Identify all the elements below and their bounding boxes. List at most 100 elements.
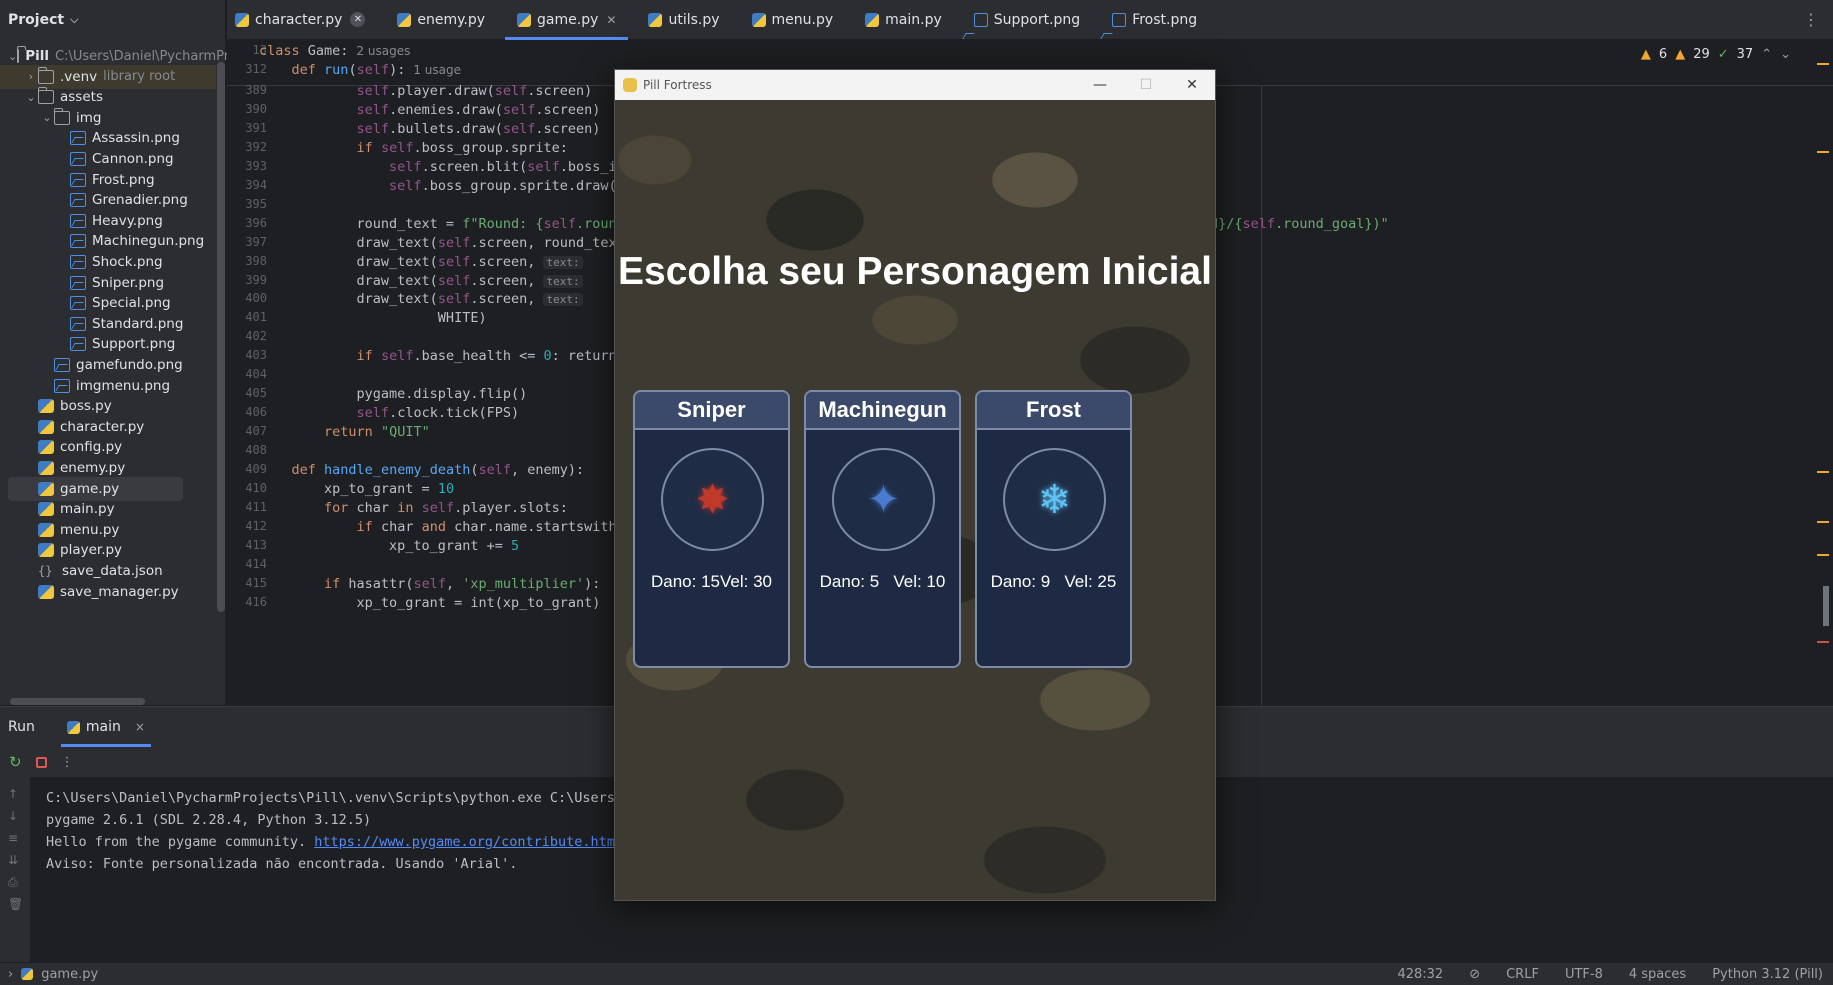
code-line[interactable]: if self.base_health <= 0: return (259, 348, 617, 364)
project-h-scrollbar[interactable] (10, 698, 145, 705)
code-line[interactable]: xp_to_grant = int(xp_to_grant) (259, 595, 601, 611)
code-line[interactable]: for char in self.player.slots: (259, 500, 568, 516)
tree-item-label: Shock.png (92, 254, 163, 270)
tab-menu-py[interactable]: menu.py (740, 0, 846, 40)
tree-item[interactable]: save_manager.py (0, 580, 216, 604)
tree-item-label: Cannon.png (92, 151, 174, 167)
caret-position[interactable]: 428:32 (1397, 967, 1443, 982)
chevron-down-icon[interactable]: ⌄ (40, 111, 54, 124)
arrow-down-icon[interactable]: ↓ (8, 809, 18, 823)
tab-support-png[interactable]: Support.png (962, 0, 1092, 40)
chevron-down-icon[interactable]: ⌵ (70, 13, 78, 27)
error-stripe-mark[interactable] (1817, 151, 1829, 153)
code-line[interactable]: self.boss_group.sprite.draw() (259, 178, 625, 194)
error-stripe-mark[interactable] (1817, 521, 1829, 523)
character-card-sniper[interactable]: Sniper ✸ Dano: 15Vel: 30 (633, 390, 790, 668)
warning-count-b: 29 (1693, 47, 1710, 62)
tab-frost-png[interactable]: Frost.png (1100, 0, 1209, 40)
code-line[interactable]: WHITE) (259, 310, 487, 326)
code-line[interactable]: return "QUIT" (259, 424, 430, 440)
indent-setting[interactable]: 4 spaces (1629, 967, 1686, 982)
console-output[interactable]: C:\Users\Daniel\PycharmProjects\Pill\.ve… (46, 787, 623, 875)
inspection-widget[interactable]: ▲ 6 ▲ 29 ✓ 37 ⌃ ⌄ (1641, 47, 1791, 62)
code-line[interactable]: self.player.draw(self.screen) (259, 83, 593, 99)
project-title[interactable]: Project (8, 12, 64, 28)
more-icon[interactable]: ⋮ (1803, 10, 1819, 29)
python-file-icon (38, 399, 54, 414)
character-select-heading: Escolha seu Personagem Inicial (618, 250, 1212, 293)
tab-game-py[interactable]: game.py ✕ (505, 0, 629, 40)
code-line[interactable]: if char and char.name.startswith (259, 519, 617, 535)
error-stripe-mark[interactable] (1817, 641, 1829, 643)
code-line[interactable]: self.screen.blit(self.boss_image) (259, 159, 657, 175)
close-icon[interactable]: ✕ (606, 13, 616, 27)
trash-icon[interactable]: 🗑 (8, 897, 23, 911)
stop-icon[interactable] (35, 756, 47, 768)
project-header[interactable]: Project ⌵ (0, 0, 225, 40)
python-interpreter[interactable]: Python 3.12 (Pill) (1712, 967, 1823, 982)
rerun-icon[interactable]: ↻ (9, 753, 22, 771)
code-line[interactable]: if hasattr(self, 'xp_multiplier'): (259, 576, 600, 592)
status-file[interactable]: game.py (41, 967, 98, 982)
chevron-down-icon[interactable]: ⌄ (8, 50, 17, 63)
scroll-to-end-icon[interactable]: ⇊ (8, 853, 18, 867)
code-line[interactable]: draw_text(self.screen, text: (259, 254, 583, 270)
code-line[interactable]: xp_to_grant += 5 (259, 538, 519, 554)
minimize-button[interactable]: — (1077, 70, 1123, 100)
code-line[interactable]: xp_to_grant = 10 (259, 481, 454, 497)
game-window: Pill Fortress — ☐ ✕ Escolha seu Personag… (614, 69, 1216, 901)
run-title[interactable]: Run (8, 719, 35, 735)
code-line[interactable]: self.enemies.draw(self.screen) (259, 102, 601, 118)
character-portrait: ✦ (832, 448, 935, 551)
card-title: Frost (977, 392, 1130, 430)
chevron-right-icon[interactable]: › (24, 70, 38, 83)
console-line: Aviso: Fonte personalizada não encontrad… (46, 856, 518, 872)
tab-enemy-py[interactable]: enemy.py (385, 0, 497, 40)
code-line[interactable]: self.bullets.draw(self.screen) (259, 121, 601, 137)
tab-utils-py[interactable]: utils.py (636, 0, 731, 40)
python-file-icon (235, 12, 249, 27)
run-tab-main[interactable]: main × (60, 707, 151, 747)
chevron-down-icon[interactable]: ⌄ (1780, 47, 1791, 62)
code-line[interactable]: if self.boss_group.sprite: (259, 140, 568, 156)
chevron-right-icon[interactable]: › (8, 967, 13, 982)
line-number: 402 (245, 329, 267, 344)
close-icon[interactable]: × (135, 720, 145, 734)
chevron-up-icon[interactable]: ⌃ (1761, 47, 1772, 62)
close-icon[interactable]: ✕ (350, 12, 366, 27)
console-link[interactable]: https://www.pygame.org/contribute.html (314, 834, 623, 850)
code-line[interactable]: self.clock.tick(FPS) (259, 405, 520, 421)
project-scrollbar[interactable] (217, 62, 225, 612)
editor-scrollbar-thumb[interactable] (1823, 586, 1829, 626)
arrow-up-icon[interactable]: ↑ (8, 787, 18, 801)
code-line[interactable]: pygame.display.flip() (259, 386, 528, 402)
error-stripe-mark[interactable] (1817, 471, 1829, 473)
close-button[interactable]: ✕ (1169, 70, 1215, 100)
tab-label: Frost.png (1132, 11, 1198, 28)
code-line[interactable]: draw_text(self.screen, text: (259, 273, 583, 289)
maximize-button[interactable]: ☐ (1123, 70, 1169, 100)
tree-item-label: save_manager.py (60, 583, 179, 600)
more-icon[interactable]: ⋮ (61, 755, 74, 770)
line-separator[interactable]: CRLF (1506, 967, 1539, 982)
character-card-machinegun[interactable]: Machinegun ✦ Dano: 5 Vel: 10 (804, 390, 961, 668)
tree-item-label: Pill (25, 48, 49, 64)
readonly-toggle-icon[interactable]: ⊘ (1469, 967, 1480, 982)
game-title-bar[interactable]: Pill Fortress — ☐ ✕ (615, 70, 1215, 100)
soft-wrap-icon[interactable]: ≡ (8, 831, 18, 845)
ok-count: 37 (1736, 47, 1754, 62)
tab-character-py[interactable]: character.py ✕ (227, 0, 377, 40)
tree-item-label: Frost.png (92, 171, 155, 188)
game-canvas[interactable]: Escolha seu Personagem Inicial Sniper ✸ Da… (615, 100, 1215, 900)
error-stripe-mark[interactable] (1817, 63, 1829, 65)
error-stripe-mark[interactable] (1817, 554, 1829, 556)
image-file-icon (70, 193, 86, 208)
print-icon[interactable]: ⎙ (8, 875, 18, 890)
image-file-icon (54, 378, 70, 393)
tab-main-py[interactable]: main.py (853, 0, 954, 40)
code-line[interactable]: def handle_enemy_death(self, enemy): (259, 462, 585, 478)
character-card-frost[interactable]: Frost ❄ Dano: 9 Vel: 25 (975, 390, 1132, 668)
code-line[interactable]: draw_text(self.screen, round_text) (259, 235, 633, 251)
chevron-down-icon[interactable]: ⌄ (24, 91, 38, 104)
file-encoding[interactable]: UTF-8 (1565, 967, 1603, 982)
